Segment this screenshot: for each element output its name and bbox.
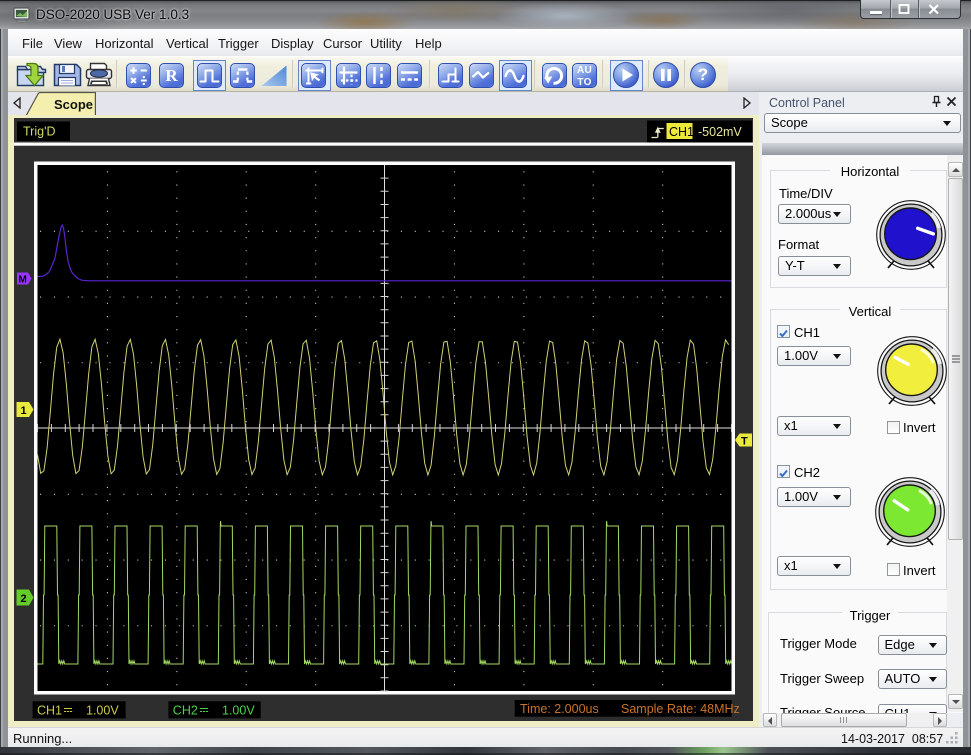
svg-text:T: T	[741, 436, 748, 448]
svg-text:CH1: CH1	[669, 125, 694, 139]
svg-text:Sample Rate: 48MHz: Sample Rate: 48MHz	[621, 702, 740, 716]
svg-text:1.00V: 1.00V	[86, 704, 119, 718]
svg-text:-502mV: -502mV	[698, 125, 742, 139]
svg-text:M: M	[19, 275, 27, 286]
svg-text:CH2: CH2	[173, 704, 198, 718]
svg-text:1: 1	[21, 405, 27, 417]
svg-text:CH1: CH1	[37, 704, 62, 718]
svg-text:Trig'D: Trig'D	[23, 125, 55, 139]
svg-text:1.00V: 1.00V	[222, 704, 255, 718]
svg-text:2: 2	[21, 593, 27, 605]
svg-text:Time: 2.000us: Time: 2.000us	[520, 702, 599, 716]
